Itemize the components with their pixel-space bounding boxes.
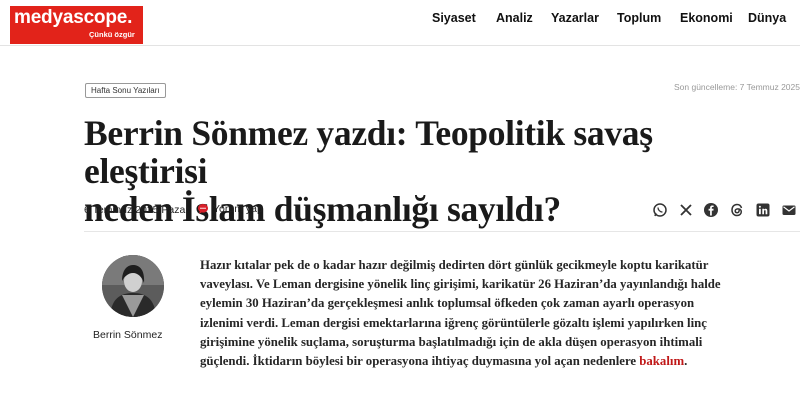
email-icon[interactable] (781, 202, 797, 218)
threads-icon[interactable] (729, 202, 745, 218)
comment-link[interactable]: Yorum yap (197, 203, 263, 215)
comment-icon (198, 204, 208, 214)
nav-item-ekonomi[interactable]: Ekonomi (680, 11, 733, 25)
lead-link[interactable]: bakalım (639, 354, 684, 368)
nav-item-analiz[interactable]: Analiz (496, 11, 533, 25)
publish-date: 6 Temmuz 2025 Pazar (84, 204, 189, 216)
x-icon[interactable] (678, 202, 694, 218)
linkedin-icon[interactable] (755, 202, 771, 218)
site-logo[interactable]: medyascope. Çünkü özgür (10, 6, 143, 44)
author-name[interactable]: Berrin Sönmez (93, 329, 162, 341)
nav-item-yazarlar[interactable]: Yazarlar (551, 11, 599, 25)
whatsapp-icon[interactable] (652, 202, 668, 218)
facebook-icon[interactable] (703, 202, 719, 218)
category-tag[interactable]: Hafta Sonu Yazıları (85, 83, 166, 98)
title-line-1: Berrin Sönmez yazdı: Teopolitik savaş el… (84, 113, 653, 191)
lead-text: Hazır kıtalar pek de o kadar hazır değil… (200, 258, 721, 369)
article-lead: Hazır kıtalar pek de o kadar hazır değil… (200, 256, 740, 371)
author-avatar[interactable] (102, 255, 164, 317)
lead-end: . (684, 354, 688, 369)
nav-item-toplum[interactable]: Toplum (617, 11, 661, 25)
nav-item-siyaset[interactable]: Siyaset (432, 11, 476, 25)
meta-divider (84, 231, 800, 232)
logo-text: medyascope. (14, 7, 133, 28)
comment-label: Yorum yap (213, 203, 263, 215)
last-updated: Son güncelleme: 7 Temmuz 2025 (673, 82, 800, 92)
nav-item-dunya[interactable]: Dünya (748, 11, 786, 25)
logo-tagline: Çünkü özgür (89, 30, 135, 39)
site-header: medyascope. Çünkü özgür Siyaset Analiz Y… (0, 0, 800, 46)
